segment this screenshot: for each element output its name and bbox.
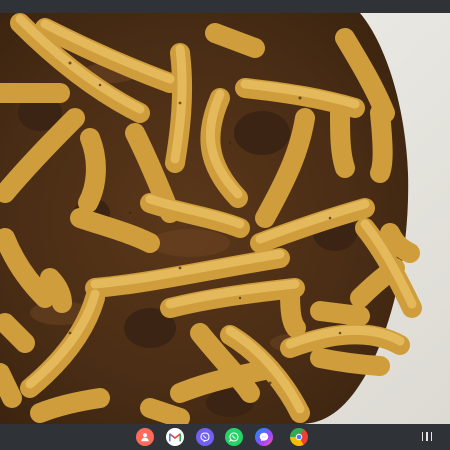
recents-bar xyxy=(430,432,433,441)
chat-phone-glyph xyxy=(229,432,239,442)
taskbar xyxy=(0,424,450,450)
lightning-bubble-glyph xyxy=(259,432,269,442)
viber-app-icon[interactable] xyxy=(196,428,214,446)
recents-bar xyxy=(421,432,424,441)
chrome-app-icon[interactable] xyxy=(290,428,308,446)
food-photo xyxy=(0,13,450,424)
contacts-app-icon[interactable] xyxy=(136,428,154,446)
device-screen xyxy=(0,0,450,450)
gmail-app-icon[interactable] xyxy=(166,428,184,446)
messenger-app-icon[interactable] xyxy=(255,428,273,446)
whatsapp-app-icon[interactable] xyxy=(225,428,243,446)
recents-bar xyxy=(426,432,428,441)
person-glyph xyxy=(141,433,149,442)
chrome-center-glyph xyxy=(295,433,303,441)
recents-icon[interactable] xyxy=(419,430,435,444)
mail-glyph xyxy=(169,432,181,441)
phone-bubble-glyph xyxy=(200,432,210,442)
pasta-dish-image xyxy=(0,13,450,424)
status-bar xyxy=(0,0,450,13)
